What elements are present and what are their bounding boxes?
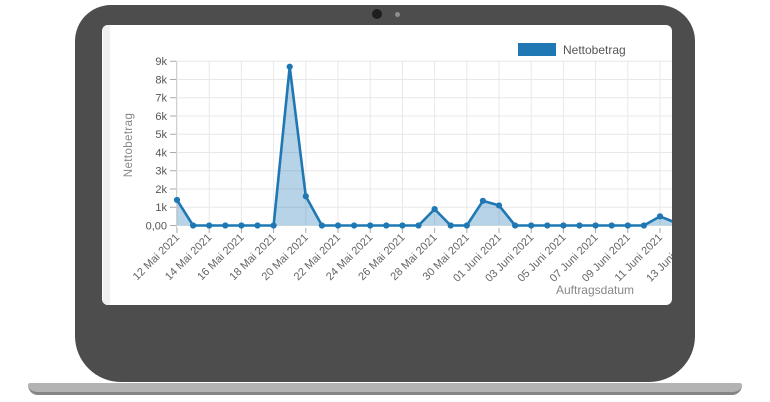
y-tick-label: 7k bbox=[155, 93, 167, 105]
data-point[interactable] bbox=[609, 222, 615, 228]
data-point[interactable] bbox=[641, 222, 647, 228]
data-point[interactable] bbox=[319, 222, 325, 228]
y-tick-label: 6k bbox=[155, 111, 167, 123]
webcam-led-icon bbox=[395, 12, 400, 17]
legend-label[interactable]: Nettobetrag bbox=[563, 43, 626, 57]
data-point[interactable] bbox=[560, 222, 566, 228]
legend-swatch[interactable] bbox=[518, 43, 556, 56]
y-tick-label: 5k bbox=[155, 129, 167, 141]
page: 0,001k2k3k4k5k6k7k8k9k12 Mai 202114 Mai … bbox=[0, 0, 770, 402]
data-point[interactable] bbox=[480, 198, 486, 204]
data-point[interactable] bbox=[383, 222, 389, 228]
data-point[interactable] bbox=[415, 222, 421, 228]
data-point[interactable] bbox=[448, 222, 454, 228]
chart-gridlines bbox=[177, 61, 672, 225]
y-tick-label: 0,00 bbox=[146, 220, 167, 232]
laptop-base bbox=[28, 383, 742, 395]
data-point[interactable] bbox=[544, 222, 550, 228]
data-point[interactable] bbox=[287, 64, 293, 70]
data-point[interactable] bbox=[464, 222, 470, 228]
data-point[interactable] bbox=[512, 222, 518, 228]
data-point[interactable] bbox=[496, 202, 502, 208]
data-point[interactable] bbox=[335, 222, 341, 228]
data-point[interactable] bbox=[190, 222, 196, 228]
data-point[interactable] bbox=[254, 222, 260, 228]
chart-series bbox=[174, 64, 672, 229]
data-point[interactable] bbox=[222, 222, 228, 228]
data-point[interactable] bbox=[367, 222, 373, 228]
data-point[interactable] bbox=[238, 222, 244, 228]
data-point[interactable] bbox=[432, 206, 438, 212]
data-point[interactable] bbox=[657, 213, 663, 219]
y-tick-label: 2k bbox=[155, 184, 167, 196]
data-point[interactable] bbox=[593, 222, 599, 228]
webcam-icon bbox=[372, 9, 382, 19]
nettobetrag-area-chart: 0,001k2k3k4k5k6k7k8k9k12 Mai 202114 Mai … bbox=[102, 25, 672, 305]
legend[interactable]: Nettobetrag bbox=[518, 43, 626, 57]
y-tick-label: 9k bbox=[155, 56, 167, 68]
y-tick-label: 8k bbox=[155, 74, 167, 86]
page-left-gutter bbox=[103, 25, 110, 305]
x-axis-title: Auftragsdatum bbox=[556, 283, 634, 297]
y-tick-label: 4k bbox=[155, 147, 167, 159]
data-point[interactable] bbox=[528, 222, 534, 228]
data-point[interactable] bbox=[174, 197, 180, 203]
data-point[interactable] bbox=[625, 222, 631, 228]
y-tick-label: 3k bbox=[155, 166, 167, 178]
data-point[interactable] bbox=[576, 222, 582, 228]
data-point[interactable] bbox=[271, 222, 277, 228]
data-point[interactable] bbox=[351, 222, 357, 228]
data-point[interactable] bbox=[206, 222, 212, 228]
laptop-screen: 0,001k2k3k4k5k6k7k8k9k12 Mai 202114 Mai … bbox=[102, 25, 672, 305]
data-point[interactable] bbox=[303, 193, 309, 199]
y-tick-label: 1k bbox=[155, 202, 167, 214]
data-point[interactable] bbox=[399, 222, 405, 228]
y-axis-title: Nettobetrag bbox=[123, 113, 135, 178]
